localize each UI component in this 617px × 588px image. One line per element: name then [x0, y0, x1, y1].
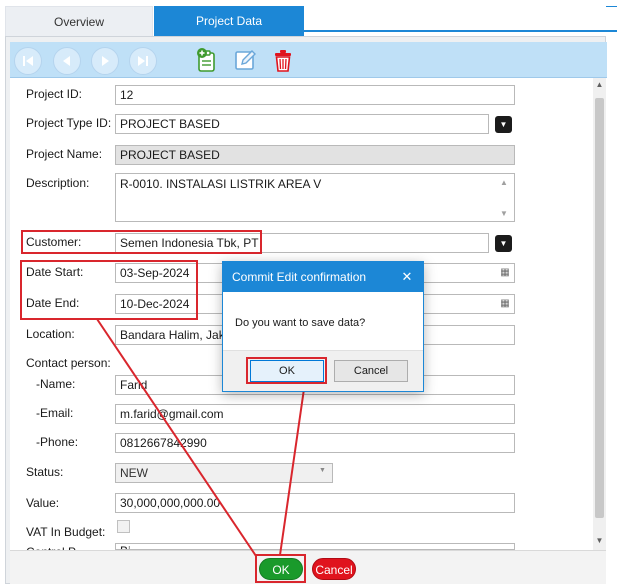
tab-overview[interactable]: Overview: [5, 6, 153, 36]
description-label: Description:: [26, 176, 90, 190]
vat-in-budget-label: VAT In Budget:: [26, 525, 106, 539]
ok-button[interactable]: OK: [259, 558, 303, 580]
commit-edit-dialog: Commit Edit confirmation ✕ Do you want t…: [222, 261, 424, 392]
cancel-button[interactable]: Cancel: [312, 558, 356, 580]
delete-record-icon[interactable]: [269, 46, 297, 74]
scrollbar-thumb[interactable]: [595, 98, 604, 518]
form-footer: [10, 550, 606, 584]
tab-project-data[interactable]: Project Data: [154, 6, 304, 36]
control-partial-field[interactable]: Bi: [115, 543, 515, 550]
scroll-down-icon[interactable]: ▼: [593, 534, 606, 548]
status-select[interactable]: NEW: [115, 463, 333, 483]
first-record-icon[interactable]: [14, 47, 42, 75]
calendar-icon[interactable]: ▦: [498, 297, 512, 311]
project-id-field[interactable]: 12: [115, 85, 515, 105]
record-toolbar: [10, 42, 607, 78]
previous-record-icon[interactable]: [53, 47, 81, 75]
textarea-scroll-up-icon[interactable]: ▲: [500, 178, 508, 187]
project-type-id-label: Project Type ID:: [26, 116, 112, 130]
close-icon[interactable]: ✕: [399, 262, 415, 292]
scroll-up-icon[interactable]: ▲: [593, 78, 606, 92]
contact-phone-field[interactable]: 0812667842990: [115, 433, 515, 453]
contact-name-label: -Name:: [36, 377, 76, 391]
value-field[interactable]: 30,000,000,000.00: [115, 493, 515, 513]
textarea-scroll-down-icon[interactable]: ▼: [500, 209, 508, 218]
next-record-icon[interactable]: [91, 47, 119, 75]
contact-phone-label: -Phone:: [36, 435, 79, 449]
contact-email-field[interactable]: m.farid@gmail.com: [115, 404, 515, 424]
project-name-field: PROJECT BASED: [115, 145, 515, 165]
vat-in-budget-checkbox[interactable]: [117, 520, 130, 533]
description-field[interactable]: R-0010. INSTALASI LISTRIK AREA V: [115, 173, 515, 222]
chevron-down-icon[interactable]: ▼: [495, 235, 512, 252]
form-scrollbar[interactable]: ▲ ▼: [593, 78, 606, 550]
dialog-ok-button[interactable]: OK: [250, 360, 324, 382]
divider: [606, 6, 617, 7]
dialog-cancel-button[interactable]: Cancel: [334, 360, 408, 382]
project-type-id-field[interactable]: PROJECT BASED: [115, 114, 489, 134]
customer-label: Customer:: [26, 235, 82, 249]
dialog-title: Commit Edit confirmation: [223, 262, 423, 292]
status-label: Status:: [26, 465, 64, 479]
contact-person-label: Contact person:: [26, 356, 111, 370]
dialog-message: Do you want to save data?: [235, 317, 366, 329]
project-name-label: Project Name:: [26, 147, 103, 161]
tab-bar: Overview Project Data: [0, 0, 617, 36]
project-id-label: Project ID:: [26, 87, 83, 101]
chevron-down-icon[interactable]: ▼: [319, 467, 326, 474]
chevron-down-icon[interactable]: ▼: [495, 116, 512, 133]
date-start-label: Date Start:: [26, 265, 84, 279]
calendar-icon[interactable]: ▦: [498, 266, 512, 280]
add-record-icon[interactable]: [193, 46, 221, 74]
tab-strip: [304, 30, 617, 32]
value-label: Value:: [26, 496, 60, 510]
last-record-icon[interactable]: [129, 47, 157, 75]
date-end-label: Date End:: [26, 296, 80, 310]
contact-email-label: -Email:: [36, 406, 74, 420]
location-label: Location:: [26, 327, 75, 341]
edit-record-icon[interactable]: [231, 46, 259, 74]
customer-field[interactable]: Semen Indonesia Tbk, PT: [115, 233, 489, 253]
